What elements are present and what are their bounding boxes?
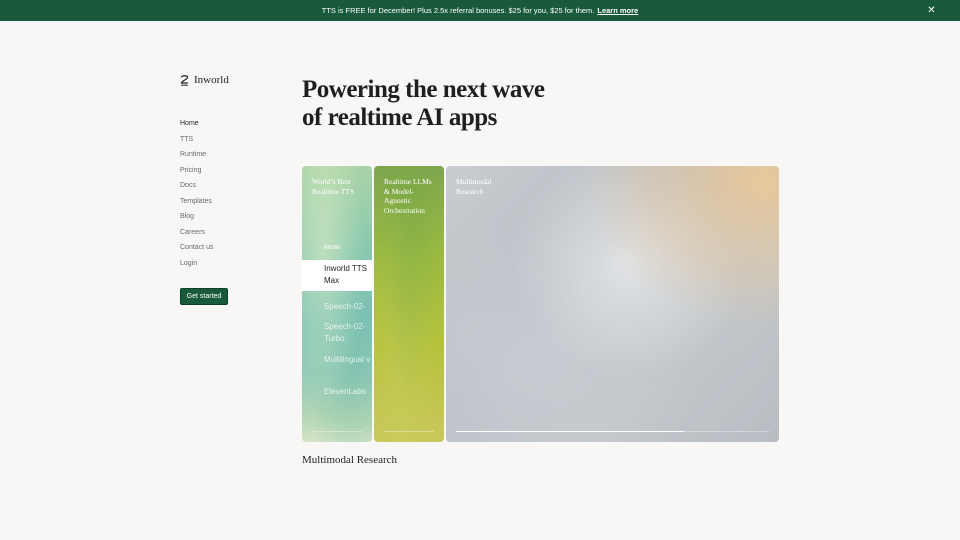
- hero-title: Powering the next wave of realtime AI ap…: [302, 76, 602, 132]
- inworld-logo-icon: [180, 75, 189, 86]
- brand-name: Inworld: [194, 74, 229, 86]
- nav-item-pricing[interactable]: Pricing: [180, 165, 213, 181]
- nav-item-runtime[interactable]: Runtime: [180, 149, 213, 165]
- brand-logo[interactable]: Inworld: [180, 74, 229, 86]
- sidebar-nav: Home TTS Runtime Pricing Docs Templates …: [180, 118, 213, 273]
- panel-label: World’s Best Realtime TTS: [312, 177, 355, 196]
- panel-realtime-tts[interactable]: World’s Best Realtime TTS Model Inworld …: [302, 166, 372, 442]
- panel-label: Realtime LLMs & Model-Agnostic Orchestra…: [384, 177, 432, 215]
- nav-item-careers[interactable]: Careers: [180, 227, 213, 243]
- model-caption: Model: [324, 245, 341, 251]
- nav-item-contact-us[interactable]: Contact us: [180, 242, 213, 258]
- promo-banner: TTS is FREE for December! Plus 2.5x refe…: [0, 0, 960, 21]
- nav-item-blog[interactable]: Blog: [180, 211, 213, 227]
- panel-multimodal-research[interactable]: Multimodal Research: [446, 166, 779, 442]
- model-item-speech-02-turbo[interactable]: Speech-02-Turbo: [302, 321, 372, 345]
- panel-progress: [312, 431, 362, 432]
- hero-title-line-1: Powering the next wave: [302, 76, 545, 103]
- nav-item-login[interactable]: Login: [180, 258, 213, 274]
- model-item-multilingual[interactable]: Multilingual v: [302, 354, 372, 366]
- promo-banner-text: TTS is FREE for December! Plus 2.5x refe…: [321, 6, 595, 15]
- panel-realtime-llms[interactable]: Realtime LLMs & Model-Agnostic Orchestra…: [374, 166, 444, 442]
- model-item-elevenlabs[interactable]: ElevenLabs: [302, 386, 372, 398]
- get-started-button[interactable]: Get started: [180, 288, 228, 305]
- panel-label: Multimodal Research: [456, 177, 492, 196]
- active-panel-caption: Multimodal Research: [302, 454, 398, 466]
- nav-item-tts[interactable]: TTS: [180, 134, 213, 150]
- nav-item-templates[interactable]: Templates: [180, 196, 213, 212]
- panel-progress: [456, 431, 769, 432]
- panel-progress-fill: [456, 431, 685, 432]
- nav-item-docs[interactable]: Docs: [180, 180, 213, 196]
- panel-progress: [384, 431, 434, 432]
- model-list: Inworld TTS Max Speech-02- Speech-02-Tur…: [302, 260, 372, 398]
- model-item-inworld-tts-max[interactable]: Inworld TTS Max: [302, 260, 372, 291]
- model-item-speech-02[interactable]: Speech-02-: [302, 301, 372, 313]
- learn-more-link[interactable]: Learn more: [597, 6, 638, 15]
- nav-item-home[interactable]: Home: [180, 118, 213, 134]
- close-icon[interactable]: ✕: [925, 4, 938, 17]
- hero-title-line-2: of realtime AI apps: [302, 104, 497, 131]
